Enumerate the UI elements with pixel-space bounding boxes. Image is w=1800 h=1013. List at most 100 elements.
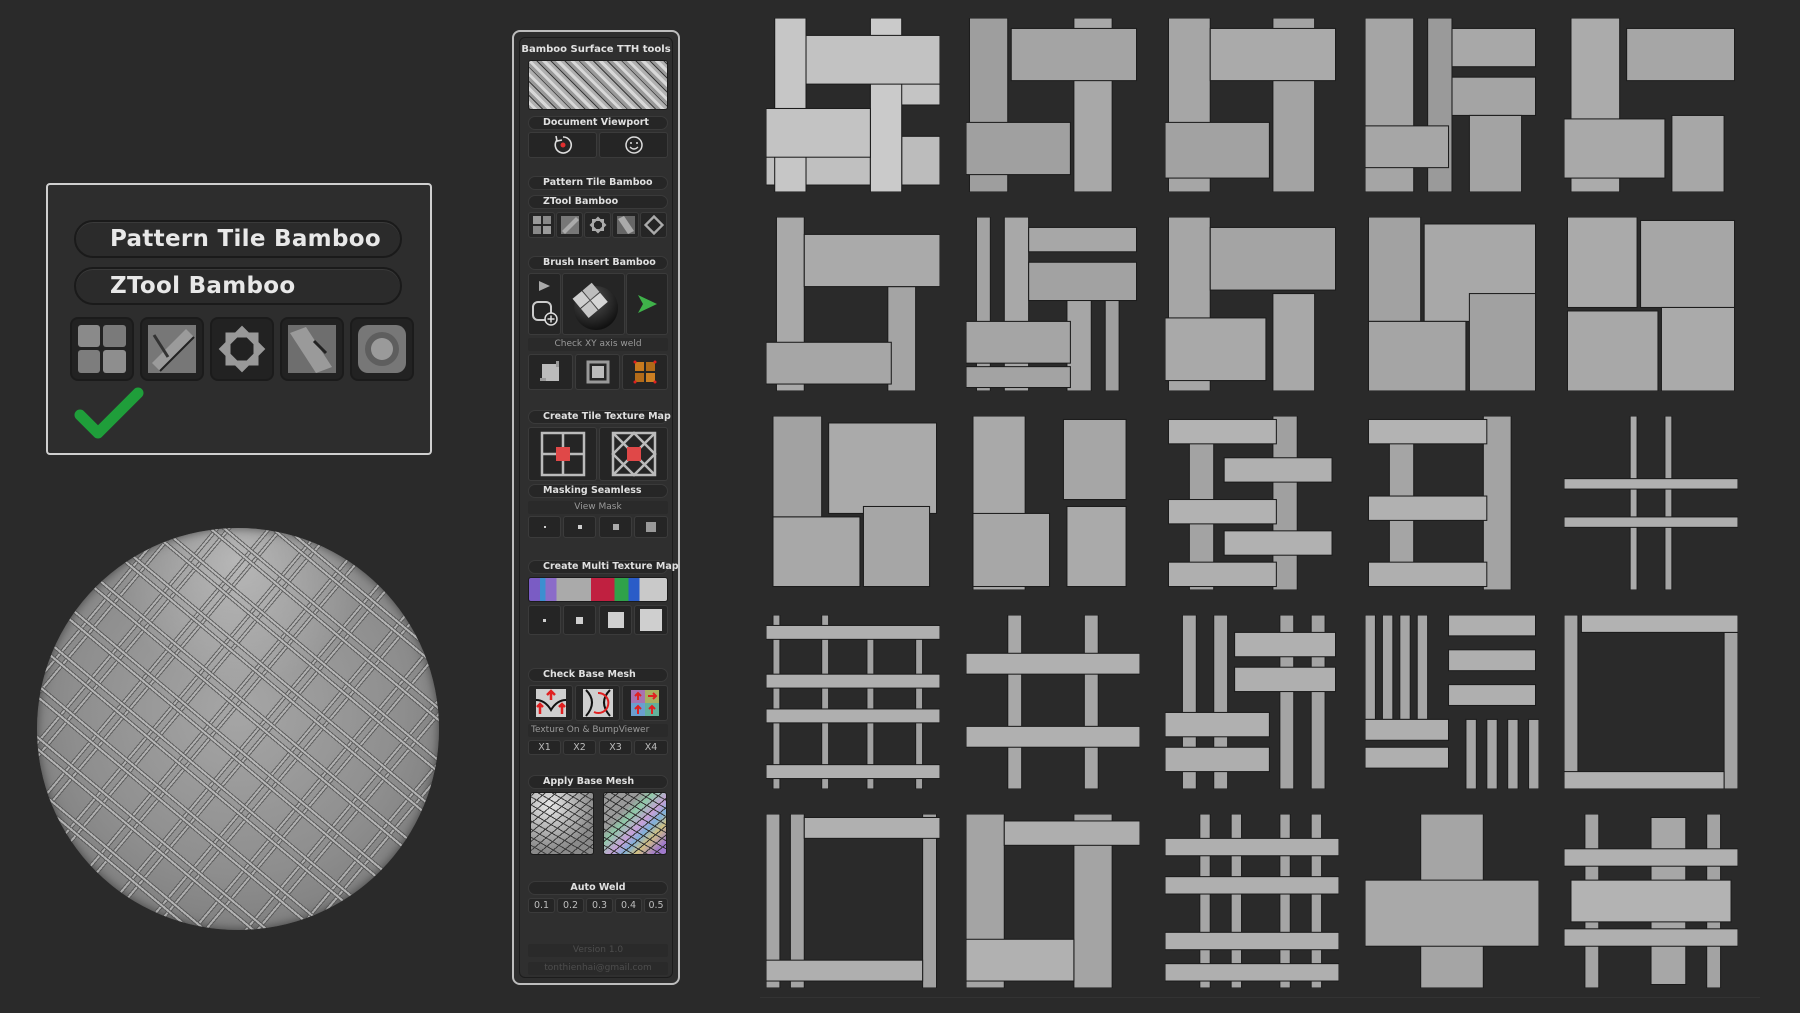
view-mask-l-button[interactable] xyxy=(634,516,668,538)
create-multi-texture-map-header[interactable]: Create Multi Texture Map xyxy=(528,560,679,574)
block-tile-icon[interactable] xyxy=(70,317,134,381)
star-tile-button[interactable] xyxy=(584,212,611,238)
diamond-tile-button[interactable] xyxy=(640,212,667,238)
bamboo-strip xyxy=(1065,505,1127,588)
masking-seamless-header[interactable]: Masking Seamless xyxy=(528,484,668,498)
slant-tile-icon[interactable] xyxy=(280,317,344,381)
multi-size-m-button[interactable] xyxy=(599,605,632,635)
pattern-tile-basket-offset[interactable] xyxy=(766,217,940,391)
pattern-tile-basket-2x2-ribbed[interactable] xyxy=(965,18,1140,192)
auto-weld-0-1-button[interactable]: 0.1 xyxy=(528,898,555,913)
bamboo-strip xyxy=(774,18,807,192)
view-mask-s-button[interactable] xyxy=(563,516,596,538)
create-tile-texture-map-header[interactable]: Create Tile Texture Map xyxy=(528,410,671,424)
pattern-tile-basket-2x3-mixed[interactable] xyxy=(1364,18,1539,192)
ztool-bamboo-header[interactable]: ZTool Bamboo xyxy=(528,195,668,209)
pattern-tile-basket-grooved-offset[interactable] xyxy=(1165,217,1339,391)
pattern-tile-lattice-thin[interactable] xyxy=(1165,814,1339,988)
multiplier-x2-button[interactable]: X2 xyxy=(563,740,596,755)
tile-thumbnail xyxy=(1165,217,1337,391)
tile-thumbnail xyxy=(1564,615,1738,789)
pattern-tile-parquet-striped[interactable] xyxy=(766,416,940,590)
pattern-tile-frame-square[interactable] xyxy=(1564,615,1738,789)
tile-texture-grid-button[interactable] xyxy=(528,427,597,481)
bamboo-strip xyxy=(1564,118,1666,179)
auto-weld-header[interactable]: Auto Weld xyxy=(528,881,668,895)
bamboo-strip xyxy=(1367,495,1487,521)
diagonal-tile-button[interactable] xyxy=(556,212,583,238)
orange-weave-icon xyxy=(633,360,657,384)
bamboo-strip xyxy=(1165,317,1267,382)
pattern-tile-parquet-plain[interactable] xyxy=(966,416,1140,590)
multi-texture-preview[interactable] xyxy=(528,577,668,602)
bamboo-strip xyxy=(1580,615,1738,633)
pattern-preview-thumbnail[interactable] xyxy=(528,60,668,110)
pattern-tile-cross-double[interactable] xyxy=(965,615,1140,789)
star-tile-icon[interactable] xyxy=(210,317,274,381)
view-mask-xs-button[interactable] xyxy=(528,516,561,538)
bamboo-strip xyxy=(766,341,892,385)
multi-size-xs-button[interactable] xyxy=(528,605,561,635)
pattern-tile-basket-double-strand[interactable] xyxy=(965,217,1140,391)
document-viewport-header[interactable]: Document Viewport xyxy=(528,116,668,130)
multiplier-x4-button[interactable]: X4 xyxy=(634,740,668,755)
apply-base-mesh-header[interactable]: Apply Base Mesh xyxy=(528,775,668,789)
check-mesh-normals-button[interactable] xyxy=(528,685,573,721)
pattern-tile-cross-wide[interactable] xyxy=(1364,814,1539,988)
weld-y-button[interactable] xyxy=(575,354,620,390)
weld-xy-button[interactable] xyxy=(622,354,668,390)
tile-thumbnail xyxy=(971,416,1127,590)
auto-weld-0-5-button[interactable]: 0.5 xyxy=(644,898,668,913)
brush-preview-button[interactable] xyxy=(562,273,625,335)
pattern-tile-bamboo-header[interactable]: Pattern Tile Bamboo xyxy=(528,176,668,190)
apply-color-mesh-thumbnail[interactable] xyxy=(603,792,667,855)
insert-brush-play-button[interactable] xyxy=(626,273,668,335)
auto-weld-0-4-button[interactable]: 0.4 xyxy=(615,898,642,913)
pattern-tile-cross-thin[interactable] xyxy=(1564,416,1738,590)
pattern-tile-lattice-rods[interactable] xyxy=(766,615,940,789)
front-view-button[interactable] xyxy=(599,132,668,158)
auto-weld-0-3-button[interactable]: 0.3 xyxy=(586,898,613,913)
auto-weld-0-2-button[interactable]: 0.2 xyxy=(557,898,584,913)
multiplier-x3-button[interactable]: X3 xyxy=(599,740,632,755)
pattern-tile-parquet-block[interactable] xyxy=(1564,217,1738,391)
pattern-tile-basket-2x2-wide[interactable] xyxy=(766,18,940,192)
block-tile-button[interactable] xyxy=(528,212,555,238)
tile-texture-diagonal-button[interactable] xyxy=(599,427,668,481)
block-tile-icon xyxy=(532,216,551,234)
pattern-tile-weave-checker[interactable] xyxy=(1165,615,1339,789)
apply-gray-mesh-thumbnail[interactable] xyxy=(530,792,594,855)
multi-size-l-button[interactable] xyxy=(634,605,668,635)
pattern-tile-frame-double[interactable] xyxy=(766,814,940,988)
slant-tile-button[interactable] xyxy=(612,212,639,238)
tile-thumbnail xyxy=(1564,18,1736,192)
pattern-tile-parquet-ribbed[interactable] xyxy=(1365,217,1539,391)
brush-insert-add-button[interactable] xyxy=(528,273,561,335)
pattern-tile-frame-ribbed[interactable] xyxy=(965,814,1140,988)
pattern-tile-parquet-dense[interactable] xyxy=(1364,615,1539,789)
pattern-tile-cross-mixed[interactable] xyxy=(1564,814,1738,988)
check-mesh-uv-button[interactable] xyxy=(622,685,668,721)
brush-insert-bamboo-header[interactable]: Brush Insert Bamboo xyxy=(528,256,668,270)
check-xy-axis-weld-label[interactable]: Check XY axis weld xyxy=(528,338,668,351)
check-base-mesh-header[interactable]: Check Base Mesh xyxy=(528,668,668,682)
check-mesh-rotation-button[interactable] xyxy=(575,685,620,721)
ztool-bamboo-header[interactable]: ZTool Bamboo xyxy=(74,267,402,305)
texture-on-bumpviewer-label[interactable]: Texture On & BumpViewer xyxy=(528,724,668,737)
bamboo-strip xyxy=(1209,226,1337,291)
reset-rotation-button[interactable] xyxy=(528,132,597,158)
pattern-tile-basket-2x2-round[interactable] xyxy=(1564,18,1738,192)
bamboo-strip xyxy=(1564,928,1738,947)
view-mask-m-button[interactable] xyxy=(599,516,632,538)
multiplier-x1-button[interactable]: X1 xyxy=(528,740,561,755)
pattern-tile-weave-wavy-wide[interactable] xyxy=(1365,416,1539,590)
pattern-tile-bamboo-header[interactable]: Pattern Tile Bamboo xyxy=(74,220,402,258)
tile-thumbnail xyxy=(1165,814,1339,988)
pattern-tile-weave-wavy[interactable] xyxy=(1165,416,1339,590)
ring-tile-icon[interactable] xyxy=(350,317,414,381)
pattern-tile-basket-2x2-grooved[interactable] xyxy=(1165,18,1339,192)
weld-x-button[interactable] xyxy=(528,354,573,390)
bamboo-strip xyxy=(1640,219,1736,309)
multi-size-s-button[interactable] xyxy=(563,605,596,635)
diagonal-tile-icon[interactable] xyxy=(140,317,204,381)
